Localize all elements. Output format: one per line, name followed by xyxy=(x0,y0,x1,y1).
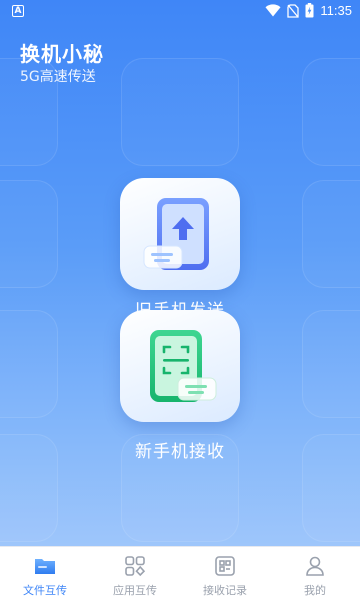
old-phone-send-button[interactable] xyxy=(120,178,240,290)
record-icon xyxy=(215,556,235,576)
bottom-tab-bar: 文件互传 应用互传 接收记录 我的 xyxy=(0,546,360,600)
tab-mine[interactable]: 我的 xyxy=(270,547,360,600)
app-title: 换机小秘 xyxy=(20,42,104,66)
tab-receive-history[interactable]: 接收记录 xyxy=(180,547,270,600)
app-subtitle: 5G高速传送 xyxy=(20,69,96,85)
no-sim-icon xyxy=(287,3,300,18)
apps-icon xyxy=(125,556,146,577)
clock: 11:35 xyxy=(320,3,352,18)
tab-label: 接收记录 xyxy=(203,584,247,597)
folder-icon xyxy=(35,559,55,574)
main-screen: A 11:35 换机小秘 5G高速传送 新手机接收 xyxy=(0,0,360,546)
tab-label: 应用互传 xyxy=(113,584,157,597)
tab-label: 我的 xyxy=(304,584,326,597)
tab-file-transfer[interactable]: 文件互传 xyxy=(0,547,90,600)
status-bar: A 11:35 xyxy=(0,0,360,24)
tab-label: 文件互传 xyxy=(23,584,67,597)
user-icon xyxy=(306,556,324,576)
app-indicator-icon: A xyxy=(12,5,24,17)
wifi-icon xyxy=(265,4,281,17)
new-phone-receive-button[interactable] xyxy=(120,310,240,422)
phone-scan-icon xyxy=(150,330,217,402)
tab-app-transfer[interactable]: 应用互传 xyxy=(90,547,180,600)
receive-label: 新手机接收 xyxy=(135,442,225,462)
battery-charging-icon xyxy=(305,3,314,18)
phone-upload-icon xyxy=(143,198,209,270)
